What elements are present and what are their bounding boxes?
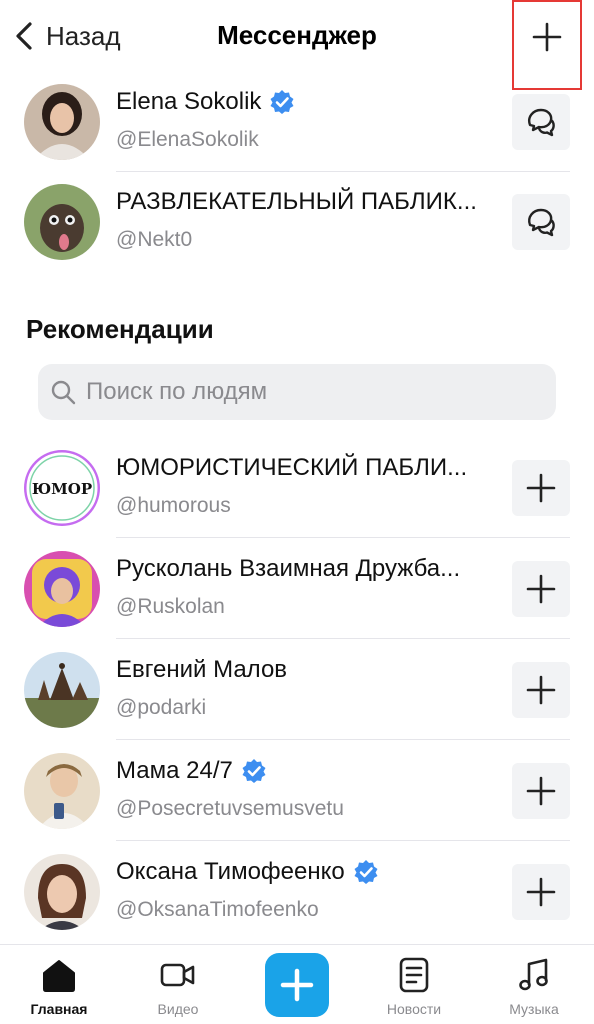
row-handle: @Ruskolan [116, 595, 225, 618]
add-friend-button[interactable] [512, 460, 570, 516]
plus-icon [526, 776, 556, 806]
message-button[interactable] [512, 94, 570, 150]
tab-news-label: Новости [386, 1001, 442, 1017]
row-name: РАЗВЛЕКАТЕЛЬНЫЙ ПАБЛИК... [116, 188, 477, 215]
video-camera-icon [160, 963, 195, 987]
list-item[interactable]: Русколань Взаимная Дружба... @Ruskolan [0, 539, 594, 639]
avatar [24, 854, 100, 930]
list-item[interactable]: Elena Sokolik @ElenaSokolik [0, 72, 594, 172]
section-title: Рекомендации [26, 314, 214, 344]
divider [116, 537, 570, 538]
row-name: Elena Sokolik [116, 88, 295, 116]
search-placeholder: Поиск по людям [86, 378, 268, 405]
avatar [24, 551, 100, 627]
row-name: ЮМОРИСТИЧЕСКИЙ ПАБЛИ... [116, 454, 468, 481]
list-item[interactable]: Оксана Тимофеенко @OksanaTimofeenko [0, 842, 594, 942]
plus-icon [280, 968, 314, 1002]
list-item[interactable]: Евгений Малов @podarki [0, 640, 594, 740]
tab-home[interactable]: Главная [9, 955, 109, 1017]
add-friend-button[interactable] [512, 662, 570, 718]
list-item[interactable]: Мама 24/7 @Posecretuvsemusvetu [0, 741, 594, 841]
row-name: Евгений Малов [116, 656, 288, 683]
tab-music[interactable]: Музыка [484, 955, 584, 1017]
row-handle: @humorous [116, 494, 231, 517]
page-title: Мессенджер [217, 20, 377, 50]
header: Назад Мессенджер [0, 0, 594, 90]
chat-icon [528, 208, 555, 237]
search-icon [51, 380, 76, 405]
avatar-logo-text: ЮМОР [32, 480, 92, 498]
row-handle: @Posecretuvsemusvetu [116, 797, 344, 820]
divider [116, 840, 570, 841]
add-friend-button[interactable] [512, 763, 570, 819]
row-name: Мама 24/7 [116, 757, 267, 785]
plus-icon [526, 574, 556, 604]
create-post-button[interactable] [265, 953, 329, 1017]
avatar [24, 753, 100, 829]
news-icon [399, 957, 429, 993]
list-item[interactable]: РАЗВЛЕКАТЕЛЬНЫЙ ПАБЛИК... @Nekt0 [0, 172, 594, 272]
verified-badge-icon [242, 759, 266, 783]
row-handle: @OksanaTimofeenko [116, 898, 319, 921]
add-friend-button[interactable] [512, 561, 570, 617]
message-button[interactable] [512, 194, 570, 250]
row-handle: @podarki [116, 696, 207, 719]
home-icon [43, 960, 75, 992]
plus-icon [526, 877, 556, 907]
verified-badge-icon [354, 860, 378, 884]
tab-home-label: Главная [30, 1001, 88, 1017]
plus-icon [532, 22, 562, 52]
add-friend-button[interactable] [512, 864, 570, 920]
plus-icon [526, 675, 556, 705]
music-note-icon [519, 958, 548, 991]
chat-icon [528, 108, 555, 137]
avatar [24, 652, 100, 728]
tab-video-label: Видео [157, 1001, 199, 1017]
avatar: ЮМОР [24, 450, 100, 526]
search-input[interactable]: Поиск по людям [38, 364, 556, 420]
avatar [24, 184, 100, 260]
plus-icon [526, 473, 556, 503]
tab-music-label: Музыка [509, 1001, 559, 1017]
tab-video[interactable]: Видео [128, 955, 228, 1017]
row-name: Русколань Взаимная Дружба... [116, 555, 461, 582]
bottom-tab-bar: Главная Видео Новости Музыка [0, 944, 594, 1024]
list-item[interactable]: ЮМОР ЮМОРИСТИЧЕСКИЙ ПАБЛИ... @humorous [0, 438, 594, 538]
row-name: Оксана Тимофеенко [116, 858, 379, 886]
avatar [24, 84, 100, 160]
row-handle: @ElenaSokolik [116, 128, 259, 151]
row-handle: @Nekt0 [116, 228, 193, 251]
divider [116, 739, 570, 740]
tab-news[interactable]: Новости [364, 955, 464, 1017]
divider [116, 638, 570, 639]
verified-badge-icon [270, 90, 294, 114]
